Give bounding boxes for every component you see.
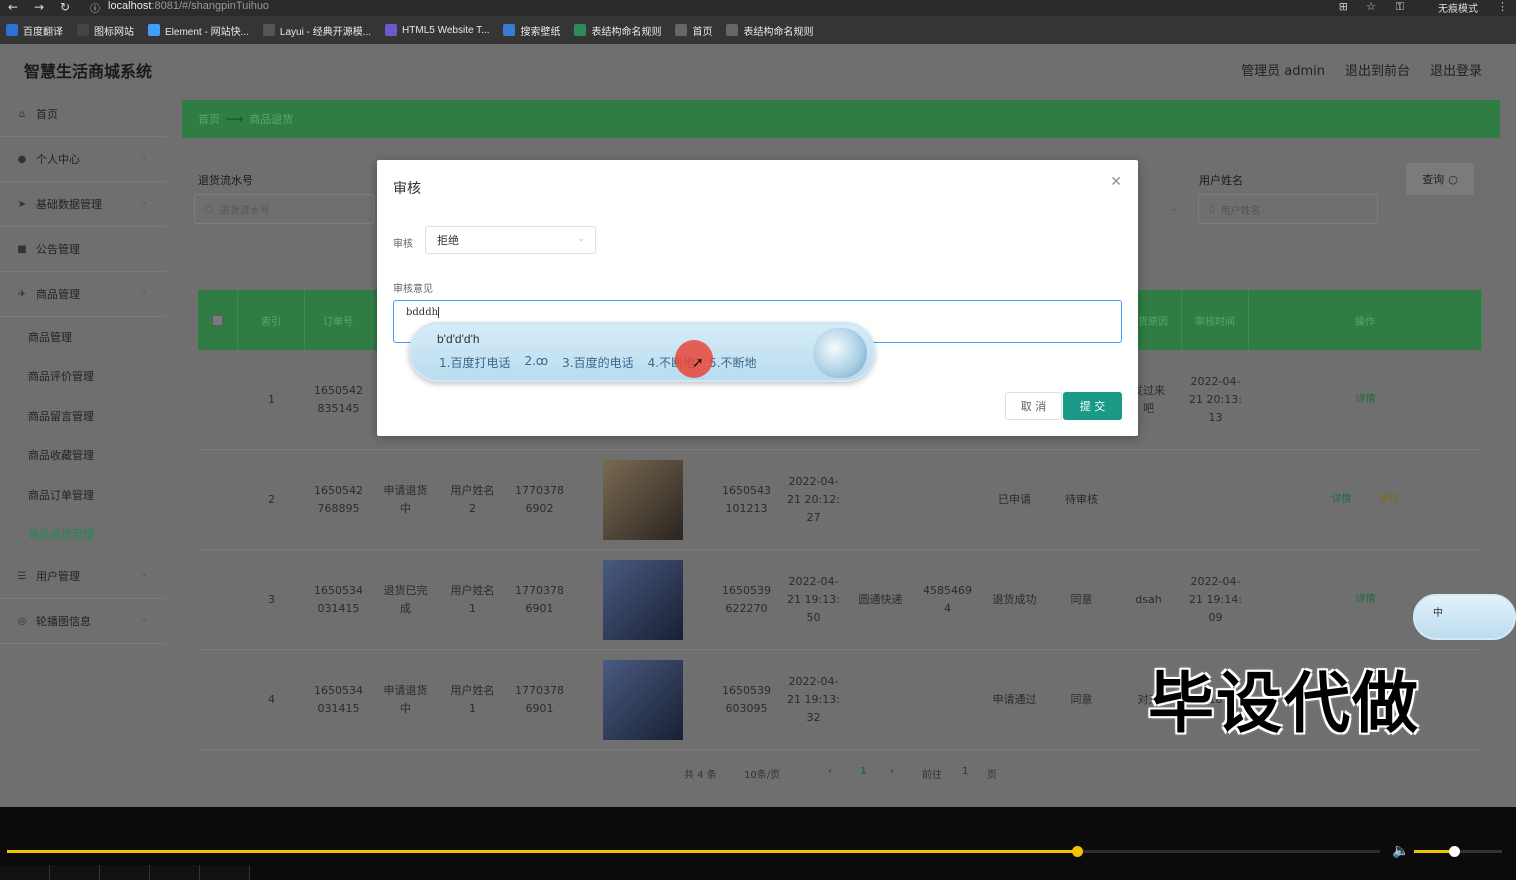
video-player-bar: 🔈 — [0, 807, 1516, 880]
bookmark-icon — [574, 24, 587, 36]
ime-candidate[interactable]: 3.百度的电话 — [562, 354, 633, 371]
player-tab[interactable] — [100, 865, 150, 880]
bookmark-item[interactable]: 百度翻译 — [6, 23, 63, 38]
progress-fill — [7, 850, 1077, 853]
bookmark-item[interactable]: 搜索壁纸 — [503, 23, 560, 38]
bookmark-item[interactable]: HTML5 Website T... — [385, 24, 489, 36]
player-tab[interactable] — [0, 865, 50, 880]
back-icon[interactable]: ← — [8, 0, 18, 14]
url-bar[interactable]: localhost:8081/#/shangpinTuihuo — [108, 0, 269, 12]
volume-fill — [1414, 850, 1454, 853]
progress-knob[interactable] — [1071, 846, 1083, 857]
watermark-text: 毕设代做 — [1148, 665, 1420, 742]
translate-icon[interactable]: ⊞ — [1339, 0, 1348, 13]
reload-icon[interactable]: ↻ — [60, 0, 70, 14]
bookmark-icon — [385, 24, 398, 36]
bookmark-item[interactable]: 首页 — [675, 23, 712, 38]
ime-candidate-bar: b'd'd'd'h 1.百度打电话 2.ꝏ 3.百度的电话 4.不断地 5.不断地 — [409, 322, 875, 382]
ime-mode-label: 中 — [1433, 608, 1443, 619]
audit-label: 审核 — [393, 239, 413, 250]
bookmark-item[interactable]: 表结构命名规则 — [574, 23, 661, 38]
ime-candidates: 1.百度打电话 2.ꝏ 3.百度的电话 4.不断地 5.不断地 — [439, 354, 770, 371]
bookmark-item[interactable]: 表结构命名规则 — [726, 23, 813, 38]
chevron-down-icon: ⌄ — [577, 234, 585, 244]
volume-knob[interactable] — [1448, 846, 1460, 857]
star-icon[interactable]: ☆ — [1366, 0, 1376, 13]
player-tab[interactable] — [200, 865, 250, 880]
opinion-label: 审核意见 — [393, 284, 433, 295]
player-tab[interactable] — [50, 865, 100, 880]
key-icon[interactable]: ⚿ — [1396, 0, 1404, 14]
bookmark-item[interactable]: 图标网站 — [77, 23, 134, 38]
ime-composition: b'd'd'd'h — [437, 332, 480, 346]
bookmark-item[interactable]: Layui - 经典开源模... — [262, 23, 371, 38]
bookmark-icon — [6, 24, 18, 36]
ime-candidate[interactable]: 5.不断地 — [709, 354, 756, 371]
bookmark-icon — [262, 24, 275, 36]
close-icon[interactable]: ✕ — [1110, 174, 1122, 190]
bookmark-item[interactable]: Element - 网站快... — [148, 23, 249, 38]
player-tabs — [0, 865, 260, 880]
bookmark-icon — [726, 24, 739, 36]
dialog-title: 审核 — [393, 181, 421, 197]
bookmark-icon — [77, 24, 89, 36]
audit-dialog: 审核 ✕ 审核 拒绝 ⌄ 审核意见 bdddh 取 消 提 交 — [377, 160, 1138, 436]
bookmark-icon — [148, 24, 160, 36]
ime-candidate[interactable]: 1.百度打电话 — [439, 354, 510, 371]
volume-icon[interactable]: 🔈 — [1392, 843, 1409, 859]
menu-icon[interactable]: ⋮ — [1497, 0, 1508, 13]
cursor-icon: ➚ — [692, 355, 704, 371]
forward-icon[interactable]: → — [34, 0, 44, 14]
browser-toolbar: ← → ↻ ⓘ localhost:8081/#/shangpinTuihuo … — [0, 0, 1516, 16]
bookmark-icon — [503, 24, 516, 36]
ime-candidate[interactable]: 2.ꝏ — [524, 354, 548, 371]
incognito-label: 无痕模式 — [1438, 4, 1478, 15]
ime-skin-icon — [813, 328, 867, 378]
text-caret — [438, 307, 440, 318]
volume-slider[interactable] — [1414, 846, 1502, 857]
progress-bar[interactable] — [7, 846, 1380, 857]
info-icon: ⓘ — [90, 4, 100, 15]
ime-status-widget[interactable]: 中 — [1413, 594, 1516, 640]
bookmarks-bar: 百度翻译 图标网站 Element - 网站快... Layui - 经典开源模...… — [0, 16, 1516, 44]
audit-select[interactable]: 拒绝 ⌄ — [425, 226, 596, 254]
player-tab[interactable] — [150, 865, 200, 880]
submit-button[interactable]: 提 交 — [1063, 392, 1122, 420]
bookmark-icon — [675, 24, 688, 36]
cancel-button[interactable]: 取 消 — [1005, 392, 1062, 420]
